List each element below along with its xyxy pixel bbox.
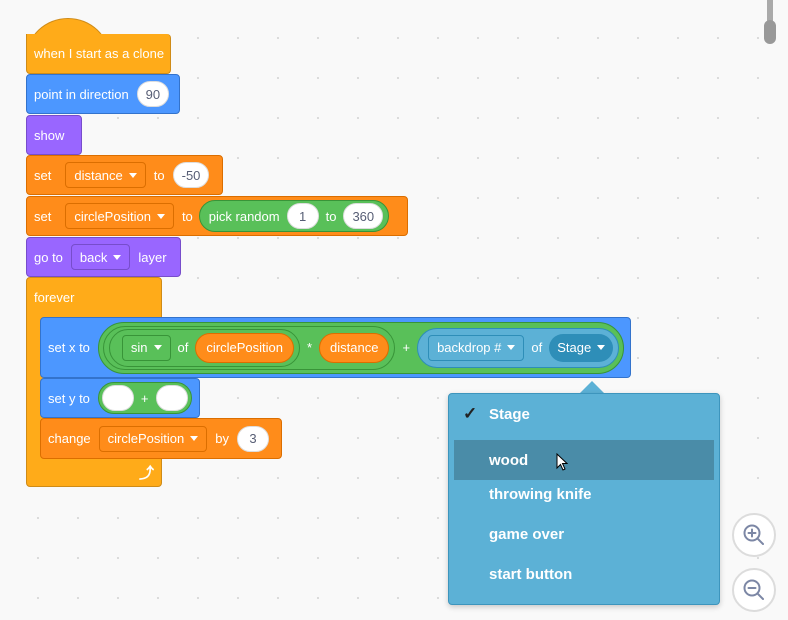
slider-handle[interactable] xyxy=(764,0,776,44)
zoom-in-icon xyxy=(743,524,764,545)
dropdown-value: circlePosition xyxy=(74,208,151,224)
block-label: when I start as a clone xyxy=(34,46,165,61)
menu-item-label: game over xyxy=(489,525,565,543)
go-to-layer-block[interactable]: go to back layer xyxy=(26,237,181,277)
set-distance-block[interactable]: set distance to -50 xyxy=(26,155,223,195)
block-label: show xyxy=(34,127,65,143)
menu-item-start-button[interactable]: start button xyxy=(454,554,714,594)
block-label: + xyxy=(140,390,149,406)
block-label: to xyxy=(325,208,337,224)
add-reporter[interactable]: + xyxy=(97,382,192,414)
set-y-block[interactable]: set y to + xyxy=(40,378,200,418)
menu-item-throwing-knife[interactable]: throwing knife xyxy=(454,474,714,514)
variable-dropdown[interactable]: distance xyxy=(65,162,146,188)
mouse-cursor-icon xyxy=(556,453,568,471)
loop-arrow-icon: ⤴ xyxy=(139,465,155,482)
add-reporter[interactable]: sin of circlePosition * distance + backd… xyxy=(97,321,625,374)
block-label: by xyxy=(215,431,229,446)
dropdown-value: backdrop # xyxy=(437,340,502,355)
dropdown-value: circlePosition xyxy=(107,431,185,446)
block-label: forever xyxy=(34,290,75,305)
block-label: to xyxy=(181,208,193,224)
block-label: go to xyxy=(34,249,63,265)
caret-down-icon xyxy=(190,436,199,441)
property-dropdown[interactable]: backdrop # xyxy=(428,334,525,361)
menu-item-label: start button xyxy=(489,565,573,583)
caret-down-icon xyxy=(128,172,137,178)
block-label: pick random xyxy=(208,208,280,224)
circleposition-variable-reporter[interactable]: circlePosition xyxy=(195,332,294,363)
dropdown-value: sin xyxy=(130,340,148,355)
block-label: of xyxy=(177,340,189,355)
dropdown-value: distance xyxy=(74,167,123,183)
target-dropdown-menu: ✓ Stage wood throwing knife game over sta… xyxy=(448,393,720,605)
point-in-direction-block[interactable]: point in direction 90 xyxy=(26,74,180,114)
block-label: set y to xyxy=(48,390,90,406)
menu-item-game-over[interactable]: game over xyxy=(454,514,714,554)
dropdown-value: Stage xyxy=(557,340,592,355)
sensing-of-reporter[interactable]: backdrop # of Stage xyxy=(417,327,620,368)
menu-item-label: throwing knife xyxy=(489,485,592,503)
empty-input[interactable] xyxy=(101,385,134,411)
block-label: set xyxy=(34,167,52,183)
direction-input[interactable]: 90 xyxy=(136,81,170,107)
when-start-as-clone-block[interactable]: when I start as a clone xyxy=(26,34,171,74)
layer-dropdown[interactable]: back xyxy=(70,244,131,270)
block-label: layer xyxy=(138,249,167,265)
menu-item-label: wood xyxy=(489,451,529,469)
block-label: * xyxy=(306,340,313,355)
block-label: to xyxy=(153,167,165,183)
set-x-block[interactable]: set x to sin of circlePosition * distanc… xyxy=(40,317,631,378)
math-function-reporter[interactable]: sin of circlePosition xyxy=(108,328,300,367)
block-label: of xyxy=(531,340,543,355)
value-input[interactable]: -50 xyxy=(172,162,210,188)
block-label: set x to xyxy=(48,340,90,355)
target-dropdown[interactable]: Stage xyxy=(549,333,614,362)
zoom-out-button[interactable] xyxy=(732,568,776,612)
dropdown-value: back xyxy=(79,249,108,265)
checkmark-icon: ✓ xyxy=(463,404,478,423)
caret-down-icon xyxy=(153,345,162,350)
zoom-in-button[interactable] xyxy=(732,513,776,557)
min-input[interactable]: 1 xyxy=(286,203,319,229)
caret-down-icon xyxy=(507,345,516,350)
change-variable-block[interactable]: change circlePosition by 3 xyxy=(40,418,282,459)
pick-random-reporter[interactable]: pick random 1 to 360 xyxy=(198,200,390,232)
caret-down-icon xyxy=(113,254,122,260)
function-dropdown[interactable]: sin xyxy=(121,334,171,361)
block-label: point in direction xyxy=(34,86,129,102)
block-label: + xyxy=(402,340,411,355)
multiply-reporter[interactable]: sin of circlePosition * distance xyxy=(102,325,396,370)
set-circleposition-block[interactable]: set circlePosition to pick random 1 to 3… xyxy=(26,196,408,236)
menu-item-label: Stage xyxy=(489,405,530,423)
max-input[interactable]: 360 xyxy=(343,203,384,229)
show-block[interactable]: show xyxy=(26,115,82,155)
variable-dropdown[interactable]: circlePosition xyxy=(65,203,174,229)
menu-item-stage[interactable]: ✓ Stage xyxy=(454,394,714,434)
block-label: set xyxy=(34,208,52,224)
distance-variable-reporter[interactable]: distance xyxy=(319,332,390,363)
empty-input[interactable] xyxy=(155,385,188,411)
zoom-out-icon xyxy=(743,579,764,600)
caret-down-icon xyxy=(156,213,165,219)
block-label: change xyxy=(48,431,91,446)
change-value-input[interactable]: 3 xyxy=(236,425,269,452)
caret-down-icon xyxy=(597,345,606,350)
variable-dropdown[interactable]: circlePosition xyxy=(98,425,208,452)
